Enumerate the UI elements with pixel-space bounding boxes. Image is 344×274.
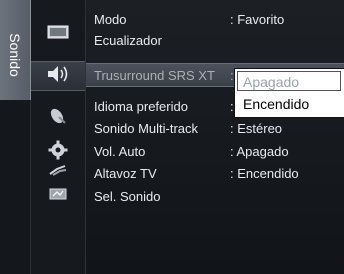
- menu-item-label: Ecualizador: [94, 33, 162, 48]
- menu-item-value: : Encendido: [230, 166, 299, 181]
- tv-menu: Sonido Modo: Favorito Ecualizador Trusu…: [0, 0, 344, 274]
- menu-item-value: : Favorito: [230, 12, 285, 27]
- dropdown-option-off[interactable]: Apagado: [235, 71, 344, 93]
- speaker-icon: [45, 63, 71, 90]
- trusurround-dropdown: Apagado Encendido: [234, 68, 344, 118]
- menu-icon-channel[interactable]: [31, 104, 85, 132]
- satellite-dish-icon: [48, 106, 68, 131]
- menu-item-value: : Apagado: [230, 144, 289, 159]
- menu-item-tv-speaker[interactable]: Altavoz TV : Encendido: [86, 162, 344, 184]
- menu-item-label: Altavoz TV: [94, 166, 157, 181]
- menu-item-label: Modo: [94, 12, 127, 27]
- menu-item-equalizer[interactable]: Ecualizador: [86, 29, 344, 51]
- menu-item-label: Sonido Multi-track: [94, 121, 199, 136]
- menu-item-label: Idioma preferido: [94, 99, 188, 114]
- menu-icon-sound[interactable]: [31, 61, 85, 91]
- screen-icon: [47, 24, 69, 45]
- menu-icon-application[interactable]: [31, 182, 85, 210]
- menu-item-label: Trusurround SRS XT: [94, 68, 215, 83]
- menu-item-value: : Estéreo: [230, 121, 283, 136]
- category-tab-label: Sonido: [7, 33, 23, 77]
- menu-item-mode[interactable]: Modo : Favorito: [86, 8, 344, 30]
- menu-item-label: Vol. Auto: [94, 144, 146, 159]
- category-tab-sound[interactable]: Sonido: [0, 0, 31, 100]
- menu-icon-picture[interactable]: [31, 20, 85, 48]
- menu-item-label: Sel. Sonido: [94, 189, 161, 204]
- menu-item-sound-select[interactable]: Sel. Sonido: [86, 185, 344, 207]
- remote-icon: [48, 186, 68, 207]
- menu-icon-column: [31, 0, 86, 274]
- menu-item-auto-volume[interactable]: Vol. Auto : Apagado: [86, 140, 344, 162]
- dropdown-option-on[interactable]: Encendido: [235, 93, 344, 115]
- category-tab-rail: [0, 100, 31, 274]
- menu-item-multi-track[interactable]: Sonido Multi-track : Estéreo: [86, 117, 344, 139]
- sound-menu-list: Modo : Favorito Ecualizador Trusurround …: [86, 0, 344, 274]
